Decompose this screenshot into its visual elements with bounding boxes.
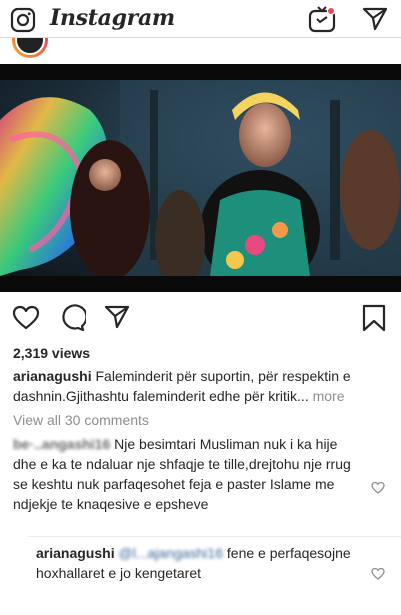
heart-icon[interactable] [12, 304, 40, 337]
view-all-comments-link[interactable]: View all 30 comments [13, 412, 149, 428]
post-actions [0, 300, 401, 336]
top-bar: Instagram [0, 0, 401, 38]
notification-dot [326, 6, 336, 16]
direct-send-icon[interactable] [362, 6, 388, 37]
view-count[interactable]: 2,319 views [13, 345, 90, 361]
reply-item: arianagushi @l...ajangashi16 fene e perf… [36, 543, 364, 583]
post-caption: arianagushi Faleminderit për suportin, p… [13, 366, 393, 406]
video-scene [0, 80, 401, 276]
igtv-icon[interactable] [308, 5, 336, 38]
bookmark-icon[interactable] [361, 304, 387, 337]
video-frame [0, 80, 401, 276]
camera-icon[interactable] [10, 7, 36, 38]
comment-icon[interactable] [58, 304, 88, 337]
post-header [0, 38, 401, 64]
send-icon[interactable] [104, 304, 130, 335]
reply-mention[interactable]: @l...ajangashi16 [118, 545, 223, 561]
caption-username[interactable]: arianagushi [13, 368, 92, 384]
comment-like-heart-icon[interactable] [371, 481, 385, 499]
comment-item: be·..angashi16 Nje besimtari Musliman nu… [13, 434, 363, 514]
caption-more-link[interactable]: more [313, 388, 345, 404]
instagram-logo: Instagram [50, 5, 175, 31]
post-video[interactable] [0, 64, 401, 292]
reply-like-heart-icon[interactable] [371, 567, 385, 585]
comment-username[interactable]: be·..angashi16 [13, 436, 110, 452]
reply-username[interactable]: arianagushi [36, 545, 115, 561]
